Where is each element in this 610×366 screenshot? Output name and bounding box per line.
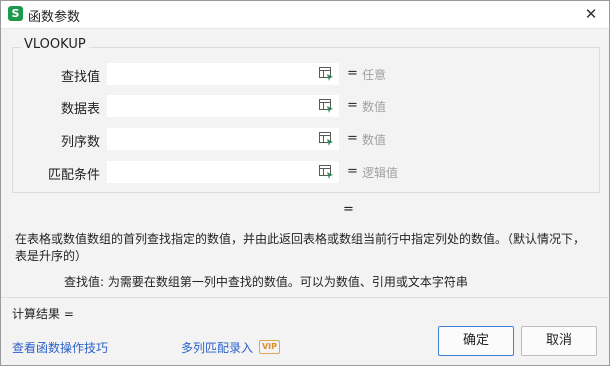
argument-label: 匹配条件 [47, 168, 100, 183]
range-lookup-input[interactable] [107, 161, 339, 183]
argument-equals: = [347, 66, 358, 81]
argument-equals: = [347, 131, 358, 146]
close-button[interactable]: ✕ [579, 3, 603, 25]
argument-type-hint: 逻辑值 [362, 166, 399, 180]
formula-result-equals: = [343, 202, 354, 217]
multi-column-match-link[interactable]: 多列匹配录入 [181, 339, 253, 356]
argument-type-hint: 任意 [362, 68, 387, 82]
close-icon: ✕ [584, 5, 598, 23]
cell-range-select-icon[interactable] [319, 132, 334, 146]
function-name: VLOOKUP [21, 37, 89, 52]
lookup-value-input[interactable] [107, 63, 339, 85]
argument-row-range-lookup: 匹配条件 = 逻辑值 [1, 161, 610, 183]
calculation-result: 计算结果 = [12, 307, 74, 321]
col-index-input[interactable] [107, 128, 339, 150]
cell-range-select-icon[interactable] [319, 165, 334, 179]
argument-type-hint: 数值 [362, 133, 387, 147]
argument-label: 列序数 [60, 135, 100, 150]
argument-row-table-array: 数据表 = 数值 [1, 95, 610, 117]
ok-button[interactable]: 确定 [438, 326, 514, 356]
argument-equals: = [347, 98, 358, 113]
app-icon: S [8, 6, 23, 21]
argument-equals: = [347, 164, 358, 179]
cell-range-select-icon[interactable] [319, 99, 334, 113]
argument-label: 数据表 [60, 102, 100, 117]
function-description: 在表格或数值数组的首列查找指定的数值，并由此返回表格或数组当前行中指定列处的数值… [15, 232, 586, 263]
parameter-description: 查找值: 为需要在数组第一列中查找的数值。可以为数值、引用或文本字符串 [64, 275, 468, 289]
dialog-title: 函数参数 [28, 10, 81, 25]
argument-type-hint: 数值 [362, 100, 387, 114]
table-array-input[interactable] [107, 95, 339, 117]
argument-label: 查找值 [60, 70, 100, 85]
divider [1, 297, 609, 298]
function-arguments-dialog: S 函数参数 ✕ VLOOKUP 查找值 = 任意 数据表 = 数值 列序数 =… [0, 0, 610, 366]
function-tips-link[interactable]: 查看函数操作技巧 [12, 339, 108, 356]
argument-row-lookup-value: 查找值 = 任意 [1, 63, 610, 85]
title-bar: S 函数参数 ✕ [1, 1, 609, 29]
cell-range-select-icon[interactable] [319, 67, 334, 81]
vip-badge: VIP [259, 340, 280, 354]
argument-row-col-index: 列序数 = 数值 [1, 128, 610, 150]
cancel-button[interactable]: 取消 [521, 326, 597, 356]
